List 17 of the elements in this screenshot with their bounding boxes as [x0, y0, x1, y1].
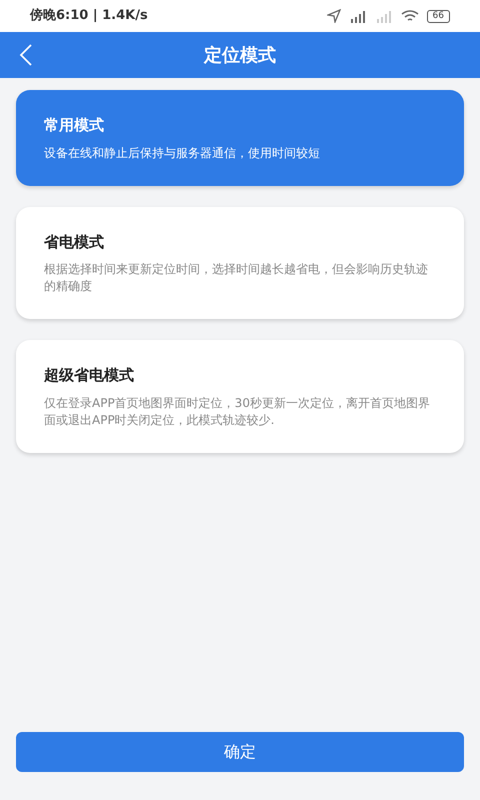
- wifi-icon: [400, 10, 419, 22]
- mode-description: 根据选择时间来更新定位时间，选择时间越长越省电，但会影响历史轨迹的精确度: [44, 261, 429, 295]
- mode-description: 设备在线和静止后保持与服务器通信，使用时间较短: [44, 144, 321, 162]
- signal-icon: [348, 10, 367, 22]
- mode-title: 超级省电模式: [44, 365, 135, 386]
- page-title: 定位模式: [204, 44, 276, 68]
- mode-card[interactable]: 省电模式 根据选择时间来更新定位时间，选择时间越长越省电，但会影响历史轨迹的精确度: [16, 206, 464, 319]
- mode-description: 仅在登录APP首页地图界面时定位，30秒更新一次定位，离开首页地图界面或退出APP时关闭定位，此模式轨迹较少.: [44, 394, 431, 428]
- mode-title: 省电模式: [44, 232, 105, 252]
- signal-icon: [374, 10, 393, 22]
- confirm-button[interactable]: 确定: [16, 732, 464, 772]
- mode-title: 常用模式: [44, 115, 105, 136]
- mode-card[interactable]: 常用模式 设备在线和静止后保持与服务器通信，使用时间较短: [16, 90, 464, 186]
- mode-card[interactable]: 超级省电模式 仅在登录APP首页地图界面时定位，30秒更新一次定位，离开首页地图界面或退出APP时关闭定位，此模式轨迹较少.: [16, 340, 464, 452]
- location-icon: [326, 9, 341, 23]
- battery-indicator: 66: [426, 10, 450, 22]
- status-time: 傍晚6:10 | 1.4K/s: [30, 7, 148, 26]
